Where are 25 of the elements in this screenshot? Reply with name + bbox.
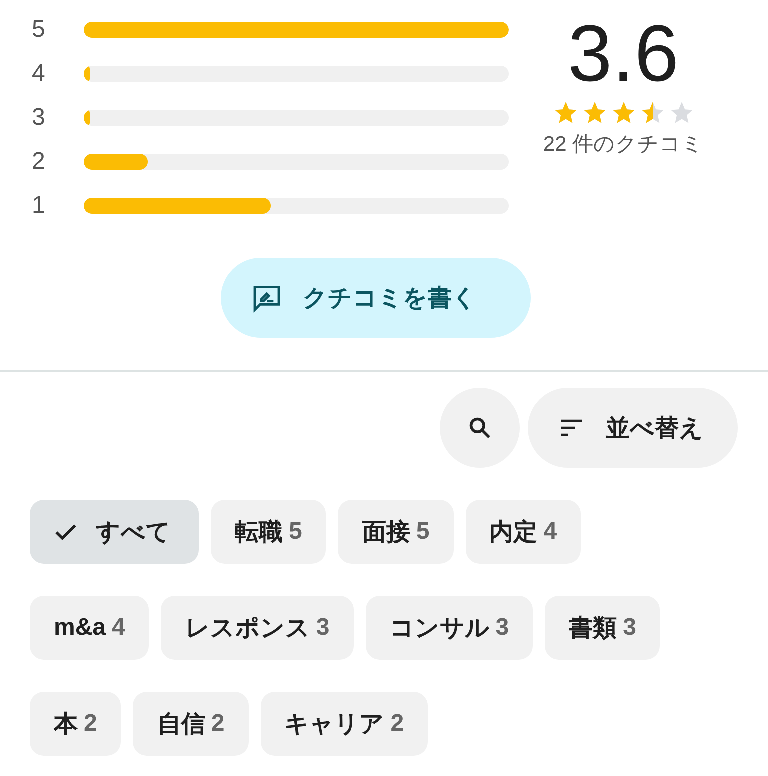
rating-label: 2: [31, 154, 46, 170]
rating-label: 4: [31, 66, 46, 82]
filter-chip[interactable]: m&a 4: [30, 596, 150, 660]
filter-chip[interactable]: レスポンス 3: [161, 596, 354, 660]
filter-chip[interactable]: 本 2: [30, 692, 122, 756]
sort-button[interactable]: 並べ替え: [528, 388, 738, 468]
filter-chip[interactable]: すべて: [30, 500, 199, 564]
filter-chip[interactable]: 書類 3: [545, 596, 660, 660]
star-icon: [610, 100, 636, 126]
filter-chip[interactable]: 自信 2: [133, 692, 249, 756]
star-icon: [640, 100, 666, 126]
write-review-button[interactable]: クチコミを書く: [221, 258, 531, 338]
filter-chip[interactable]: 内定 4: [466, 500, 582, 564]
star-icon: [552, 100, 578, 126]
rating-label: 1: [31, 198, 46, 214]
filter-chip[interactable]: キャリア 2: [260, 692, 428, 756]
star-icon: [582, 100, 608, 126]
average-rating: 3.6: [568, 8, 680, 100]
rating-label: 3: [31, 110, 46, 126]
review-count: 22 件のクチコミ: [543, 132, 704, 158]
filter-chip[interactable]: コンサル 3: [366, 596, 534, 660]
rating-label: 5: [31, 22, 46, 38]
star-icon: [668, 100, 694, 126]
filter-chip[interactable]: 面接 5: [338, 500, 454, 564]
filter-chip[interactable]: 転職 5: [211, 500, 326, 564]
